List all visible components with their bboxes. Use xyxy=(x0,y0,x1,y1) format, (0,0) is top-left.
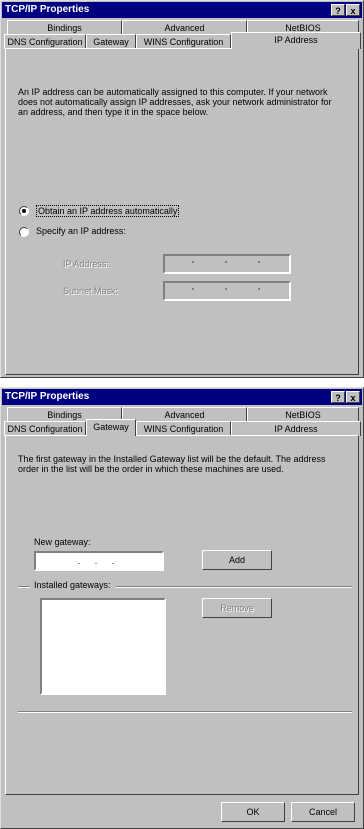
tab-panel-gateway: The first gateway in the Installed Gatew… xyxy=(5,435,359,795)
tab-gateway[interactable]: Gateway xyxy=(86,419,136,436)
tab-bindings[interactable]: Bindings xyxy=(7,20,122,35)
title-bar: TCP/IP Properties ? x xyxy=(2,389,362,405)
remove-button[interactable]: Remove xyxy=(202,598,272,618)
tab-ip-address[interactable]: IP Address xyxy=(231,421,361,436)
radio-specify-ip[interactable] xyxy=(19,227,29,237)
subnet-dot-2 xyxy=(225,288,227,290)
subnet-mask-label: Subnet Mask: xyxy=(63,286,119,296)
tab-advanced[interactable]: Advanced xyxy=(122,407,247,422)
add-button[interactable]: Add xyxy=(202,550,272,570)
ip-dot-1 xyxy=(192,261,194,263)
tcpip-properties-window-ip: TCP/IP Properties ? x Bindings Advanced … xyxy=(0,0,364,378)
window-title: TCP/IP Properties xyxy=(5,391,90,402)
new-gateway-field[interactable]: . . . xyxy=(34,551,164,571)
tab-netbios[interactable]: NetBIOS xyxy=(247,407,359,422)
installed-gateways-list[interactable] xyxy=(40,598,166,695)
bottom-separator xyxy=(18,711,352,713)
radio-obtain-auto-label[interactable]: Obtain an IP address automatically xyxy=(36,205,180,217)
gateway-description: The first gateway in the Installed Gatew… xyxy=(18,454,326,474)
ok-button[interactable]: OK xyxy=(221,802,285,822)
help-button[interactable]: ? xyxy=(331,4,345,16)
cancel-button[interactable]: Cancel xyxy=(291,802,355,822)
tab-wins-configuration[interactable]: WINS Configuration xyxy=(136,34,231,49)
tab-advanced[interactable]: Advanced xyxy=(122,20,247,35)
radio-specify-ip-label[interactable]: Specify an IP address: xyxy=(36,226,126,236)
subnet-mask-field[interactable] xyxy=(163,281,291,301)
help-button[interactable]: ? xyxy=(331,391,345,403)
ip-address-field[interactable] xyxy=(163,254,291,274)
radio-obtain-auto[interactable] xyxy=(19,206,29,216)
tcpip-properties-window-gateway: TCP/IP Properties ? x Bindings Advanced … xyxy=(0,387,364,829)
tab-gateway[interactable]: Gateway xyxy=(86,34,136,49)
tab-panel-ip-address: An IP address can be automatically assig… xyxy=(5,48,359,375)
subnet-dot-1 xyxy=(192,288,194,290)
ip-address-label: IP Address: xyxy=(63,259,109,269)
installed-separator-right xyxy=(116,586,352,588)
new-gateway-label: New gateway: xyxy=(34,537,91,547)
title-bar: TCP/IP Properties ? x xyxy=(2,2,362,18)
installed-separator-left xyxy=(18,586,30,588)
ip-description: An IP address can be automatically assig… xyxy=(18,87,332,117)
tab-dns-configuration[interactable]: DNS Configuration xyxy=(4,34,86,49)
tab-wins-configuration[interactable]: WINS Configuration xyxy=(136,421,231,436)
new-gateway-value: . . . xyxy=(77,556,121,566)
tab-dns-configuration[interactable]: DNS Configuration xyxy=(4,421,86,436)
window-title: TCP/IP Properties xyxy=(5,4,90,15)
subnet-dot-3 xyxy=(258,288,260,290)
tab-ip-address[interactable]: IP Address xyxy=(231,32,361,49)
close-button[interactable]: x xyxy=(346,4,360,16)
close-button[interactable]: x xyxy=(346,391,360,403)
ip-dot-3 xyxy=(258,261,260,263)
installed-gateways-label: Installed gateways: xyxy=(34,580,111,590)
ip-dot-2 xyxy=(225,261,227,263)
